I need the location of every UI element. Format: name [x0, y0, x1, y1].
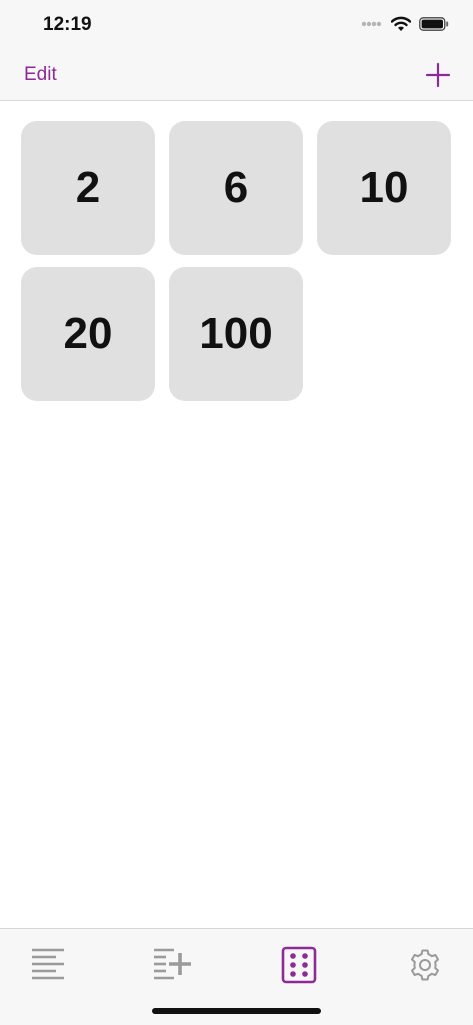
wifi-icon — [391, 16, 411, 31]
add-icon[interactable] — [425, 62, 451, 88]
status-time: 12:19 — [43, 14, 92, 35]
home-indicator — [152, 1008, 321, 1014]
dice-icon[interactable] — [279, 945, 319, 985]
die-tile[interactable]: 10 — [317, 121, 451, 255]
edit-button[interactable]: Edit — [24, 64, 57, 86]
dice-grid: 2 6 10 20 100 — [21, 121, 451, 401]
status-icons — [361, 16, 449, 32]
battery-icon — [419, 17, 449, 31]
die-tile[interactable]: 2 — [21, 121, 155, 255]
navigation-bar: Edit — [0, 50, 473, 101]
list-icon[interactable] — [28, 945, 68, 985]
die-tile[interactable]: 20 — [21, 267, 155, 401]
die-tile[interactable]: 6 — [169, 121, 303, 255]
signal-icon — [361, 21, 382, 27]
die-tile[interactable]: 100 — [169, 267, 303, 401]
list-add-icon[interactable] — [152, 945, 192, 985]
gear-icon[interactable] — [405, 945, 445, 985]
status-bar: 12:19 — [0, 0, 473, 50]
